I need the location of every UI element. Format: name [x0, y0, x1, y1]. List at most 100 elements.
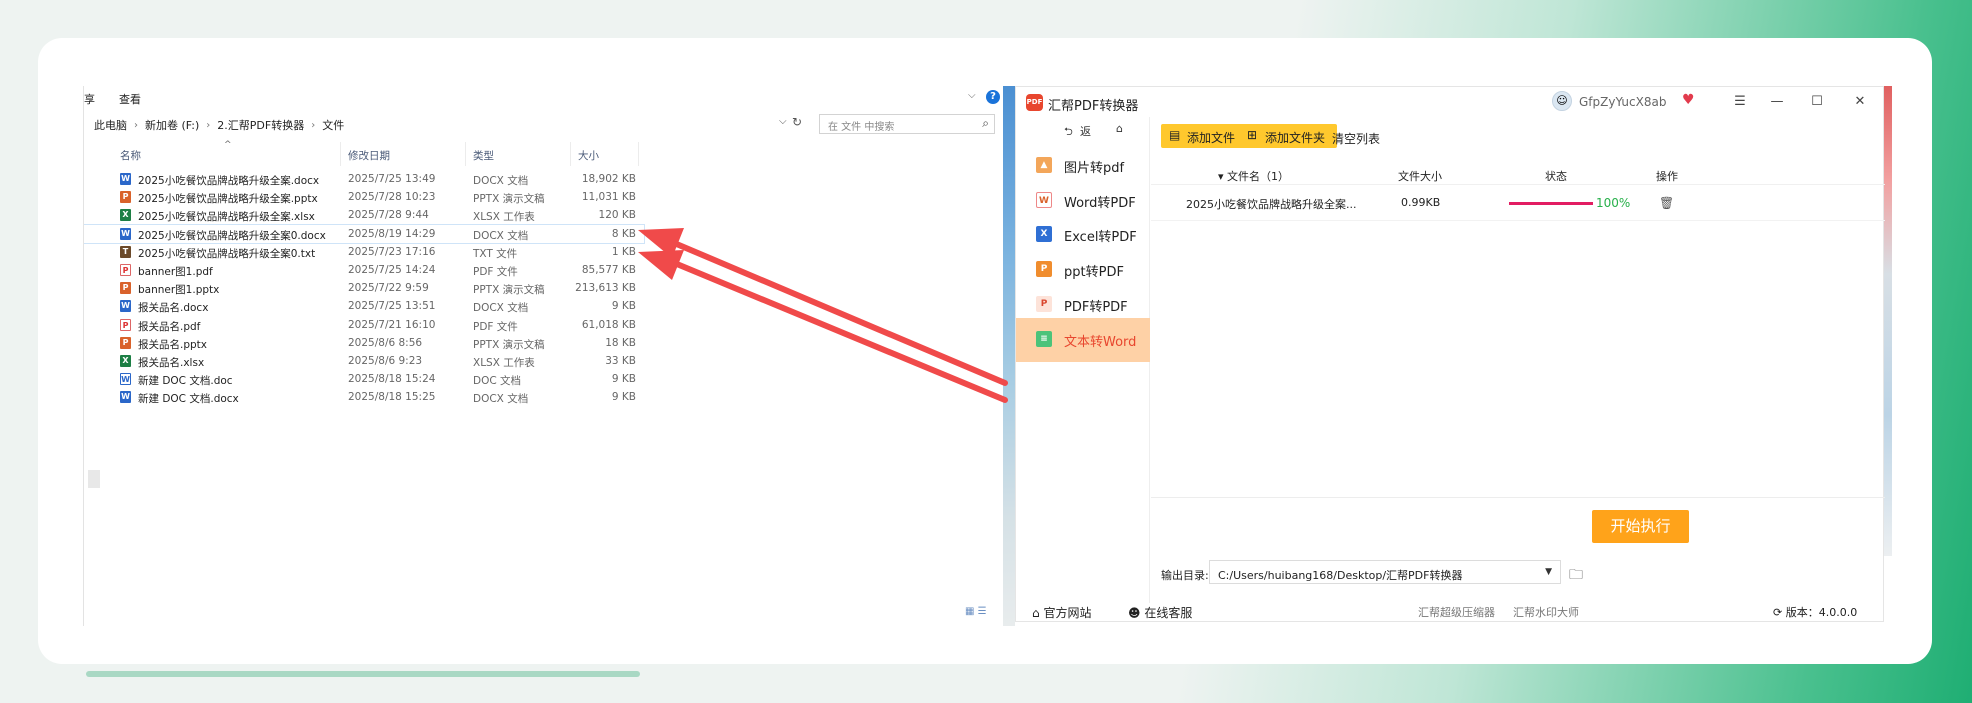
- output-directory-path: C:/Users/huibang168/Desktop/汇帮PDF转换器: [1218, 569, 1463, 582]
- start-button[interactable]: 开始执行: [1592, 510, 1689, 543]
- list-item[interactable]: W 2025小吃餐饮品牌战略升级全案0.docx 2025/8/19 14:29 DO…: [84, 223, 645, 244]
- list-item[interactable]: P 2025小吃餐饮品牌战略升级全案.pptx 2025/7/28 10:23 PPT…: [84, 188, 644, 206]
- file-type-icon: P: [120, 191, 131, 204]
- user-avatar-icon[interactable]: ☺: [1552, 91, 1572, 111]
- menu-icon[interactable]: ☰: [1729, 91, 1751, 113]
- list-item[interactable]: X 报关品名.xlsx 2025/8/6 9:23 XLSX 工作表 33 KB: [84, 352, 644, 370]
- header-operation: 操作: [1656, 170, 1678, 183]
- version-info[interactable]: ⟳ 版本：4.0.0.0: [1773, 604, 1857, 620]
- header-file-name[interactable]: ▾ 文件名（1）: [1218, 168, 1289, 184]
- maximize-icon[interactable]: ☐: [1806, 91, 1828, 113]
- delete-icon[interactable]: 🗑: [1659, 196, 1674, 210]
- file-table-header: ▾ 文件名（1） 文件大小 状态 操作: [1151, 163, 1885, 185]
- column-header-date[interactable]: 修改日期: [348, 148, 390, 163]
- sidebar-item-label: ppt转PDF: [1064, 265, 1124, 281]
- ribbon-expand-chevron-icon[interactable]: ⌵: [968, 90, 976, 101]
- file-type: XLSX 工作表: [473, 211, 535, 224]
- file-name: 新建 DOC 文档.doc: [138, 375, 233, 388]
- address-history-dropdown-icon[interactable]: ⌵: [779, 116, 787, 127]
- nav-icon: P: [1036, 261, 1052, 278]
- search-placeholder: 在 文件 中搜索: [828, 122, 895, 133]
- table-row[interactable]: 2025小吃餐饮品牌战略升级全案... 0.99KB 100% 🗑: [1151, 185, 1885, 221]
- breadcrumb-drive[interactable]: 新加卷 (F:): [145, 117, 199, 133]
- file-name: 新建 DOC 文档.docx: [138, 393, 239, 406]
- user-name[interactable]: GfpZyYucX8ab: [1579, 95, 1666, 109]
- clear-list-button[interactable]: 清空列表: [1332, 130, 1380, 147]
- file-name: 2025小吃餐饮品牌战略升级全案.pptx: [138, 193, 318, 206]
- file-size: 18,902 KB: [581, 173, 636, 185]
- file-type: TXT 文件: [473, 247, 518, 260]
- file-size: 120 KB: [598, 209, 636, 222]
- back-arrow-icon[interactable]: ⮌: [1064, 123, 1073, 142]
- watermark-link[interactable]: 汇帮水印大师: [1513, 604, 1579, 620]
- ribbon-tab-view[interactable]: 查看: [119, 91, 141, 107]
- add-file-button[interactable]: ▤ 添加文件: [1161, 124, 1247, 148]
- breadcrumb-files-folder[interactable]: 文件: [322, 117, 344, 133]
- list-item[interactable]: P 报关品名.pdf 2025/7/21 16:10 PDF 文件 61,018 KB: [84, 316, 644, 334]
- list-item[interactable]: Pbanner图1.pdf 2025/7/25 14:24 PDF 文件 85,577…: [84, 261, 644, 279]
- column-header-name[interactable]: 名称: [120, 148, 141, 163]
- breadcrumb-app-folder[interactable]: 2.汇帮PDF转换器: [217, 117, 304, 133]
- search-icon[interactable]: ⌕: [982, 116, 989, 131]
- help-icon[interactable]: ?: [986, 90, 1000, 104]
- output-directory-select[interactable]: C:/Users/huibang168/Desktop/汇帮PDF转换器 ▼: [1209, 560, 1561, 584]
- toolbar: ▤ 添加文件 ⊞ 添加文件夹 清空列表: [1151, 117, 1885, 157]
- column-divider[interactable]: [570, 142, 571, 166]
- list-item[interactable]: P 报关品名.pptx 2025/8/6 8:56 PPTX 演示文稿 18 KB: [84, 334, 644, 352]
- file-date: 2025/7/21 16:10: [348, 318, 436, 331]
- file-type-icon: W: [120, 391, 131, 404]
- breadcrumb: 此电脑 › 新加卷 (F:) › 2.汇帮PDF转换器 › 文件: [94, 117, 344, 133]
- column-divider[interactable]: [638, 142, 639, 166]
- add-folder-button[interactable]: ⊞ 添加文件夹: [1239, 124, 1337, 148]
- search-input[interactable]: 在 文件 中搜索 ⌕: [819, 114, 995, 134]
- list-item[interactable]: T 2025小吃餐饮品牌战略升级全案0.txt 2025/7/23 17:16 TXT…: [84, 243, 644, 261]
- sidebar-item-label: 文本转Word: [1064, 334, 1137, 350]
- home-icon[interactable]: ⌂: [1116, 122, 1123, 135]
- file-type-icon: W: [120, 373, 131, 386]
- desktop-background-strip-right: [1884, 86, 1892, 556]
- file-type: PDF 文件: [473, 320, 518, 333]
- add-file-label: 添加文件: [1187, 131, 1236, 145]
- output-directory-row: 输出目录: C:/Users/huibang168/Desktop/汇帮PDF转…: [1151, 559, 1885, 587]
- column-divider[interactable]: [340, 142, 341, 166]
- vip-badge-icon[interactable]: ♥: [1682, 92, 1695, 108]
- view-mode-icon[interactable]: ▦ ☰: [965, 606, 987, 617]
- column-header-type[interactable]: 类型: [473, 148, 494, 163]
- header-status: 状态: [1545, 170, 1567, 183]
- file-name: banner图1.pptx: [138, 284, 220, 297]
- file-type: DOCX 文档: [473, 302, 529, 315]
- open-folder-icon[interactable]: 🗀: [1569, 564, 1583, 588]
- chevron-down-icon[interactable]: ▼: [1545, 567, 1552, 577]
- sidebar-item-5[interactable]: ≡ 文本转Word: [1016, 317, 1150, 362]
- compressor-link[interactable]: 汇帮超级压缩器: [1418, 604, 1495, 620]
- list-item[interactable]: W 2025小吃餐饮品牌战略升级全案.docx 2025/7/25 13:49 DOC…: [84, 170, 644, 188]
- nav-icon: ▲: [1036, 157, 1052, 173]
- sidebar: ⮌ 返 ⌂ ▲ 图片转pdf W Word转PDF X Excel转PDF Pppt转PDF…: [1016, 117, 1150, 603]
- navigation-pane-handle[interactable]: [88, 470, 100, 488]
- close-icon[interactable]: ✕: [1849, 91, 1871, 113]
- file-type-icon: P: [120, 336, 131, 349]
- add-folder-icon: ⊞: [1247, 128, 1258, 142]
- list-item[interactable]: W 报关品名.docx 2025/7/25 13:51 DOCX 文档 9 KB: [84, 297, 644, 315]
- column-divider[interactable]: [465, 142, 466, 166]
- online-service-link[interactable]: ☻ 在线客服: [1128, 604, 1192, 621]
- list-item[interactable]: X 2025小吃餐饮品牌战略升级全案.xlsx 2025/7/28 9:44 XLSX…: [84, 206, 644, 224]
- file-type: XLSX 工作表: [473, 356, 535, 369]
- list-item[interactable]: W 新建 DOC 文档.doc 2025/8/18 15:24 DOC 文档 9 KB: [84, 370, 644, 388]
- nav-icon: W: [1036, 191, 1052, 208]
- refresh-icon[interactable]: ↻: [792, 115, 802, 129]
- official-site-link[interactable]: ⌂ 官方网站: [1032, 604, 1091, 621]
- nav-icon: X: [1036, 226, 1052, 243]
- breadcrumb-this-pc[interactable]: 此电脑: [94, 117, 127, 133]
- horizontal-scroll-indicator[interactable]: [86, 671, 640, 677]
- file-type: DOCX 文档: [473, 175, 529, 187]
- list-item[interactable]: Pbanner图1.pptx 2025/7/22 9:59 PPTX 演示文稿 213…: [84, 279, 644, 297]
- bottom-bar: ⌂ 官方网站 ☻ 在线客服 汇帮超级压缩器 汇帮水印大师 ⟳ 版本：4.0.0.…: [1016, 601, 1885, 623]
- minimize-icon[interactable]: —: [1766, 91, 1788, 113]
- file-type-icon: P: [120, 263, 131, 276]
- file-name: 报关品名.pptx: [138, 338, 207, 351]
- ribbon-tab-share[interactable]: 享: [84, 91, 95, 107]
- column-header-size[interactable]: 大小: [578, 148, 599, 163]
- back-button[interactable]: 返: [1080, 123, 1091, 139]
- list-item[interactable]: W 新建 DOC 文档.docx 2025/8/18 15:25 DOCX 文档 9 K…: [84, 388, 644, 406]
